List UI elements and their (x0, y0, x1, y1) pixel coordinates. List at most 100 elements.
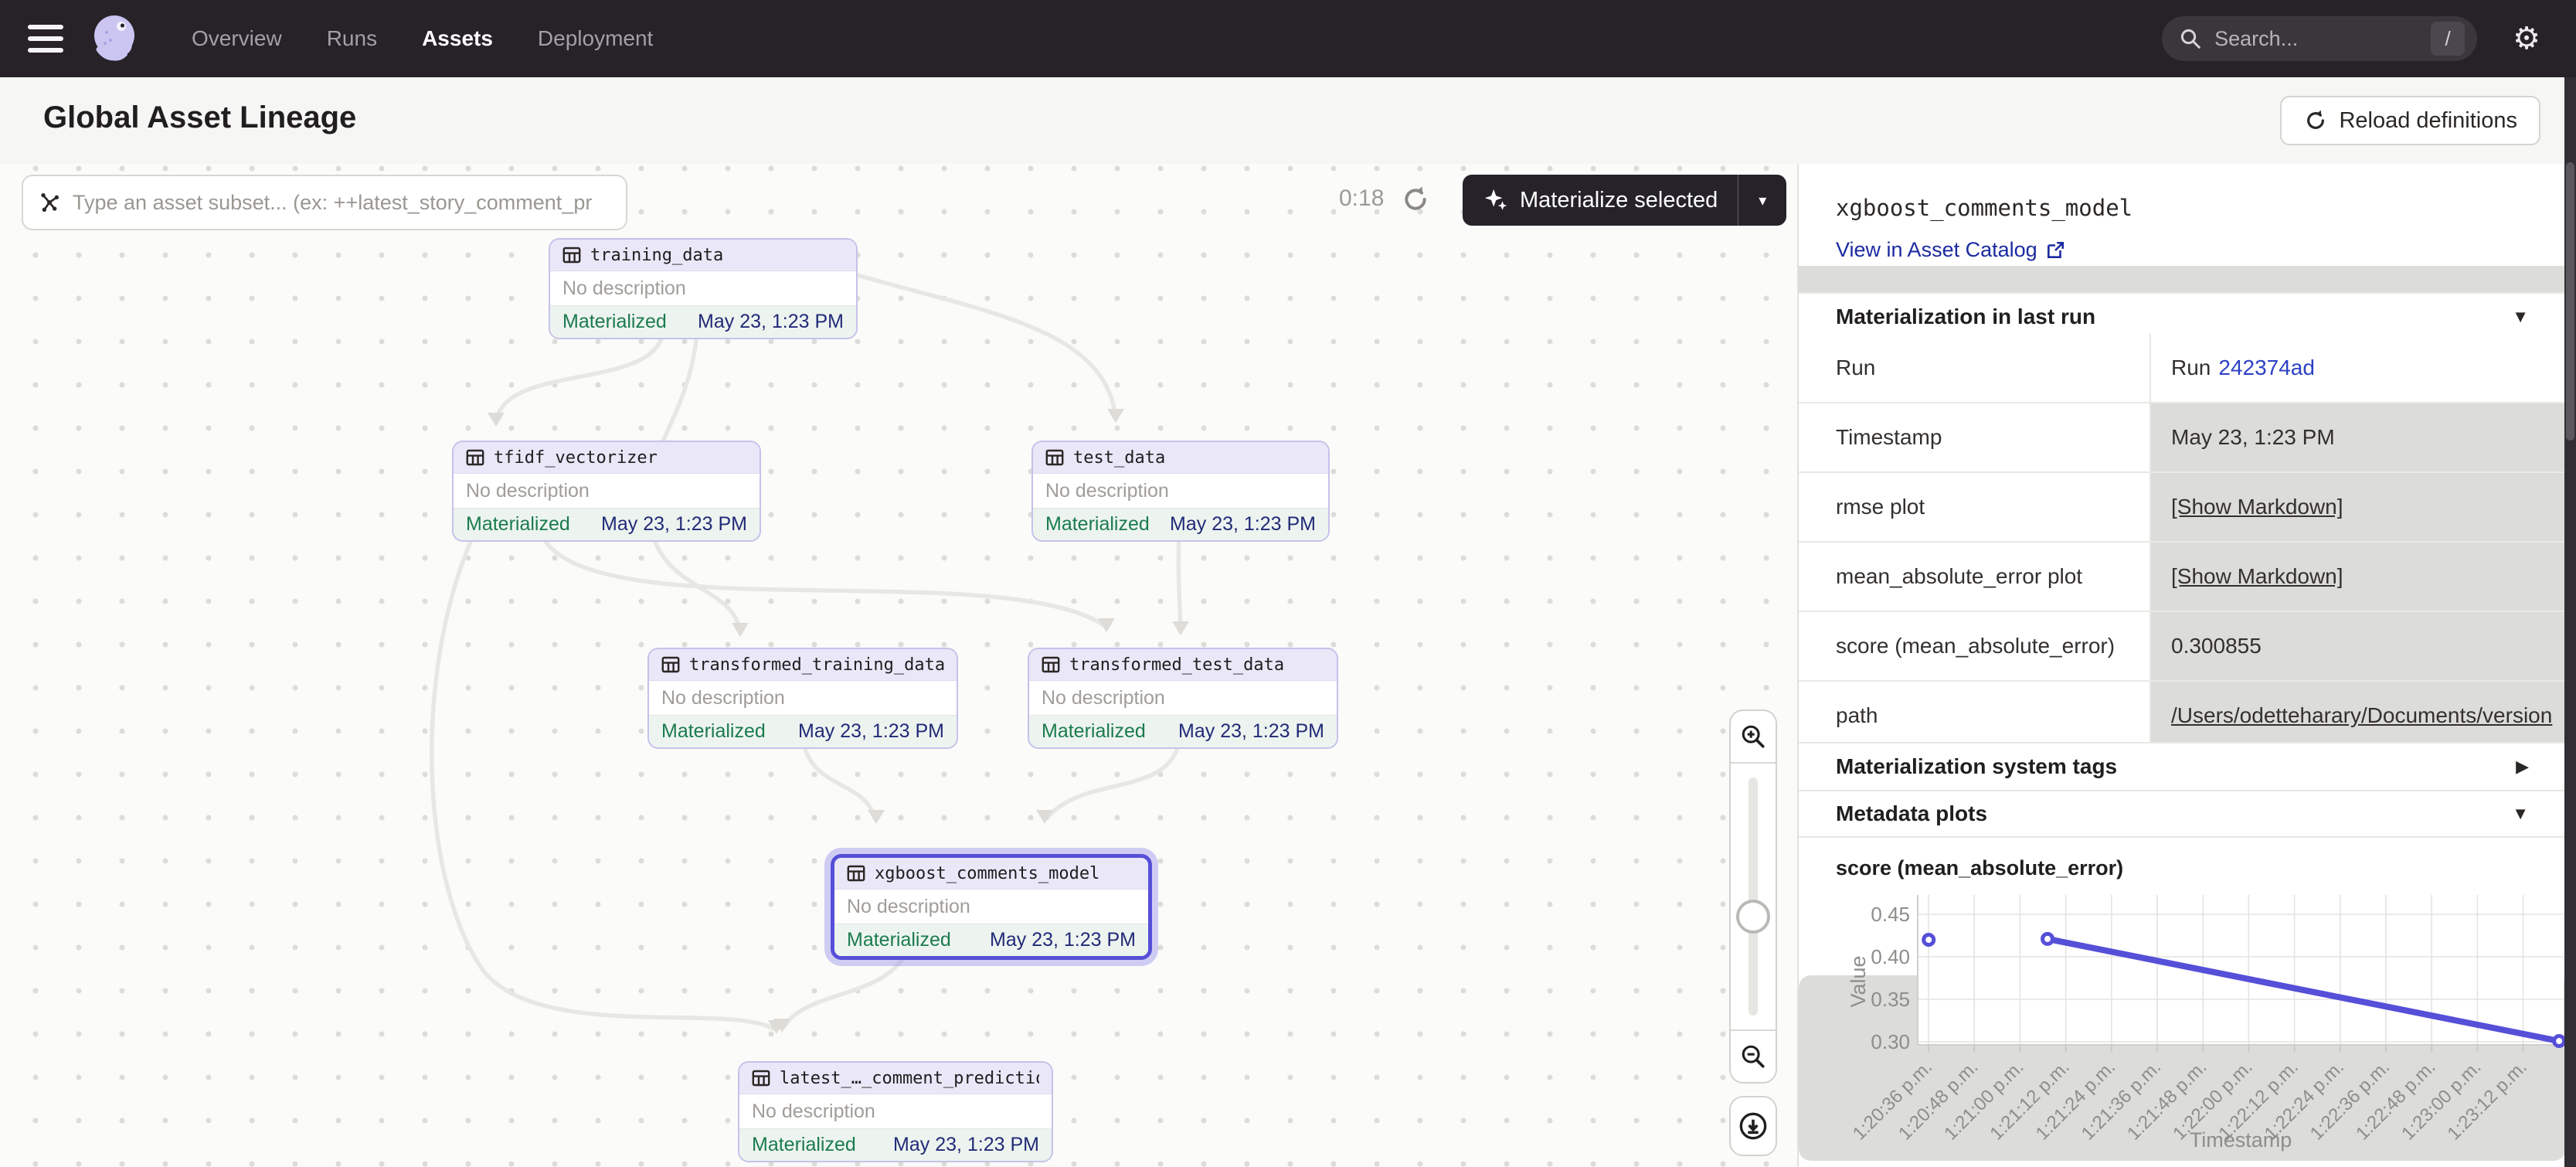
edge-training_data-to-test_data (855, 274, 1116, 417)
asset-node-test_data[interactable]: test_dataNo descriptionMaterializedMay 2… (1031, 441, 1330, 542)
refresh-icon[interactable] (1400, 184, 1431, 215)
asset-node-description: No description (739, 1094, 1052, 1128)
table-icon (1042, 655, 1060, 674)
metadata-value: [Show Markdown] (2151, 543, 2566, 611)
run-link[interactable]: 242374ad (2218, 356, 2315, 380)
metadata-key: Timestamp (1799, 403, 2151, 471)
nav-items: Overview Runs Assets Deployment (192, 26, 653, 51)
nav-item-overview[interactable]: Overview (192, 26, 282, 51)
section-metadata-plots[interactable]: Metadata plots ▼ (1799, 790, 2566, 838)
asset-node-description: No description (1033, 474, 1328, 508)
loading-shimmer (1799, 266, 2566, 292)
data-point (2043, 934, 2053, 944)
asset-node-name: test_data (1073, 448, 1165, 468)
table-row: RunRun242374ad (1799, 334, 2566, 403)
lineage-canvas[interactable]: Type an asset subset... (ex: ++latest_st… (0, 164, 1797, 1167)
status-timestamp: May 23, 1:23 PM (990, 929, 1136, 951)
edge-training_data-to-tfidf_vectorizer (496, 334, 663, 421)
asset-node-training_data[interactable]: training_dataNo descriptionMaterializedM… (549, 238, 858, 339)
asset-details-panel: xgboost_comments_model View in Asset Cat… (1797, 164, 2566, 1167)
metadata-key: score (mean_absolute_error) (1799, 612, 2151, 680)
search-icon (2179, 27, 2202, 50)
edge-xgboost_comments_model-to-latest_comment_predictions (783, 954, 906, 1028)
edge-tfidf_vectorizer-to-transformed_test_data (542, 536, 1105, 626)
asset-node-transformed_test_data[interactable]: transformed_test_dataNo descriptionMater… (1028, 648, 1338, 749)
asset-node-name: latest_…_comment_predictions (780, 1069, 1039, 1088)
asset-node-description: No description (649, 681, 957, 715)
nav-item-deployment[interactable]: Deployment (538, 26, 653, 51)
asset-node-transformed_training_data[interactable]: transformed_training_data No descriptionM… (647, 648, 958, 749)
materialize-dropdown-caret[interactable]: ▾ (1738, 191, 1786, 210)
table-icon (847, 864, 865, 883)
chevron-down-icon: ▼ (2512, 307, 2529, 327)
hamburger-menu-icon[interactable] (28, 25, 63, 53)
chevron-down-icon: ▼ (2512, 804, 2529, 824)
edge-test_data-to-transformed_test_data (1178, 536, 1181, 631)
scrollbar-thumb[interactable] (2566, 162, 2574, 441)
asset-subset-placeholder: Type an asset subset... (ex: ++latest_st… (73, 191, 592, 215)
asset-node-header: xgboost_comments_model (834, 858, 1148, 890)
edge-transformed_training_data-to-xgboost_comments_model (804, 743, 875, 819)
dagster-logo[interactable] (85, 9, 144, 68)
panel-asset-title: xgboost_comments_model (1836, 195, 2133, 221)
table-row: TimestampMay 23, 1:23 PM (1799, 403, 2566, 473)
zoom-out-button[interactable] (1731, 1029, 1776, 1082)
asset-node-status-row: MaterializedMay 23, 1:23 PM (649, 715, 957, 747)
asset-subset-input[interactable]: Type an asset subset... (ex: ++latest_st… (22, 175, 627, 230)
top-nav: Overview Runs Assets Deployment Search... /… (0, 0, 2576, 77)
y-tick-label: 0.40 (1871, 945, 1910, 968)
zoom-slider[interactable] (1731, 764, 1776, 1029)
status-label: Materialized (752, 1134, 856, 1156)
metadata-value: /Users/odetteharary/Documents/version (2151, 682, 2566, 750)
metadata-link[interactable]: [Show Markdown] (2171, 564, 2343, 589)
view-in-asset-catalog-link[interactable]: View in Asset Catalog (1836, 238, 2065, 262)
asset-node-latest_comment_predictions[interactable]: latest_…_comment_predictions No descripti… (738, 1061, 1053, 1162)
data-point (2554, 1036, 2564, 1046)
asset-node-tfidf_vectorizer[interactable]: tfidf_vectorizerNo descriptionMaterializ… (452, 441, 761, 542)
status-timestamp: May 23, 1:23 PM (601, 513, 747, 536)
nav-item-assets[interactable]: Assets (422, 26, 493, 51)
materialize-selected-button[interactable]: Materialize selected ▾ (1463, 175, 1786, 226)
y-tick-label: 0.35 (1871, 988, 1910, 1011)
asset-node-name: training_data (590, 246, 723, 265)
nav-item-runs[interactable]: Runs (327, 26, 377, 51)
metadata-value: [Show Markdown] (2151, 473, 2566, 541)
zoom-out-icon (1740, 1043, 1766, 1070)
asset-node-xgboost_comments_model[interactable]: xgboost_comments_modelNo descriptionMate… (831, 854, 1152, 960)
asset-node-header: transformed_training_data (649, 649, 957, 681)
table-row: score (mean_absolute_error)0.300855 (1799, 612, 2566, 682)
download-image-button[interactable] (1729, 1096, 1777, 1156)
metadata-table: RunRun242374adTimestampMay 23, 1:23 PMrm… (1799, 334, 2566, 751)
table-row: rmse plot[Show Markdown] (1799, 473, 2566, 543)
page-header: Global Asset Lineage Reload definitions (0, 77, 2576, 165)
zoom-in-button[interactable] (1731, 711, 1776, 764)
asset-node-header: tfidf_vectorizer (454, 442, 760, 474)
status-timestamp: May 23, 1:23 PM (893, 1134, 1039, 1156)
status-timestamp: May 23, 1:23 PM (698, 311, 844, 333)
status-label: Materialized (466, 513, 570, 536)
section-materialization-system-tags[interactable]: Materialization system tags ▶ (1799, 742, 2566, 790)
status-timestamp: May 23, 1:23 PM (1178, 720, 1324, 743)
status-timestamp: May 23, 1:23 PM (1170, 513, 1316, 536)
y-tick-label: 0.45 (1871, 903, 1910, 926)
page-scrollbar[interactable] (2564, 77, 2576, 1167)
asset-node-description: No description (1029, 681, 1337, 715)
asset-graph-icon (37, 190, 62, 215)
section-materialization-in-last-run[interactable]: Materialization in last run ▼ (1799, 292, 2566, 340)
zoom-slider-rail (1748, 777, 1758, 1016)
table-icon (752, 1069, 770, 1087)
zoom-slider-knob[interactable] (1736, 900, 1770, 934)
table-row: path/Users/odetteharary/Documents/versio… (1799, 682, 2566, 751)
status-label: Materialized (1042, 720, 1146, 743)
asset-node-name: transformed_training_data (689, 655, 944, 675)
metadata-link[interactable]: [Show Markdown] (2171, 495, 2343, 519)
asset-node-name: xgboost_comments_model (875, 864, 1099, 883)
external-link-icon (2045, 240, 2065, 260)
search-input[interactable]: Search... / (2162, 16, 2477, 61)
gear-icon[interactable]: ⚙ (2513, 23, 2540, 54)
metadata-link[interactable]: /Users/odetteharary/Documents/version (2171, 703, 2552, 728)
table-icon (661, 655, 680, 674)
zoom-controls (1729, 709, 1777, 1084)
x-axis-label: Timestamp (2190, 1128, 2292, 1152)
reload-definitions-button[interactable]: Reload definitions (2280, 96, 2540, 145)
